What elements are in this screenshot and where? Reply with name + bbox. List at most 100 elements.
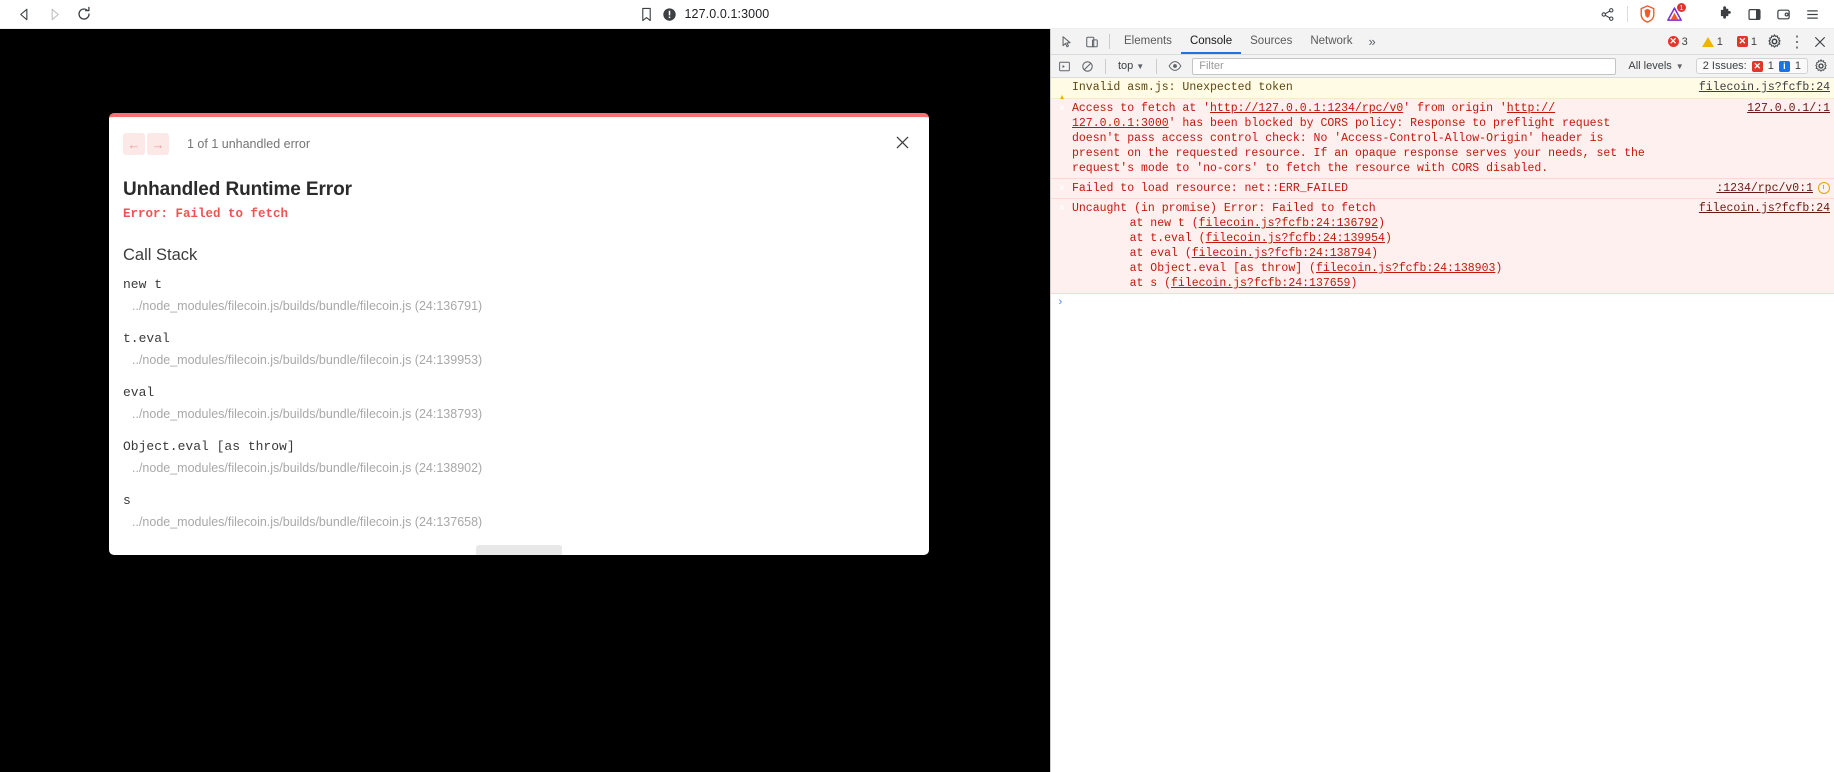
issues-bar-chip[interactable]: 2 Issues: ✕ 1 i 1: [1695, 58, 1808, 74]
tabbar-divider: [1109, 34, 1110, 49]
kebab-menu-icon[interactable]: ⋮: [1786, 31, 1808, 53]
error-counter: 1 of 1 unhandled error: [187, 137, 311, 151]
stack-pre: at Object.eval [as throw] (: [1102, 262, 1316, 275]
issue-counters: ✕ 3 1 ✕ 1: [1665, 35, 1760, 49]
console-message-list[interactable]: Invalid asm.js: Unexpected token filecoi…: [1051, 78, 1834, 772]
not-secure-info-icon[interactable]: [662, 7, 677, 22]
stack-frame-location: ../node_modules/filecoin.js/builds/bundl…: [132, 299, 483, 313]
stack-frame[interactable]: new t ../node_modules/filecoin.js/builds…: [123, 277, 915, 313]
stack-link[interactable]: filecoin.js?fcfb:24:136792: [1199, 217, 1378, 230]
brave-rewards-icon[interactable]: 1: [1661, 2, 1687, 26]
brave-shields-icon[interactable]: [1634, 2, 1660, 26]
share-icon[interactable]: [1593, 2, 1621, 26]
cors-line-2: doesn't pass access control check: No 'A…: [1072, 132, 1604, 145]
console-toolbar-divider: [1105, 58, 1106, 74]
stack-frame[interactable]: t.eval ../node_modules/filecoin.js/build…: [123, 331, 915, 367]
tab-network[interactable]: Network: [1301, 29, 1361, 54]
stack-frame-location: ../node_modules/filecoin.js/builds/bundl…: [132, 353, 483, 367]
console-message-error-uncaught[interactable]: Uncaught (in promise) Error: Failed to f…: [1051, 199, 1834, 294]
stack-link[interactable]: filecoin.js?fcfb:24:139954: [1206, 232, 1385, 245]
warning-count-badge[interactable]: 1: [1699, 35, 1726, 49]
stack-link[interactable]: filecoin.js?fcfb:24:137659: [1171, 277, 1350, 290]
content-split: ← → 1 of 1 unhandled error Unhandled Run…: [0, 29, 1834, 772]
console-message-source[interactable]: :1234/rpc/v0:1: [1708, 181, 1813, 196]
cors-line-4: request's mode to 'no-cors' to fetch the…: [1072, 162, 1549, 175]
prev-error-button[interactable]: ←: [123, 133, 145, 155]
prompt-caret-icon: ›: [1057, 297, 1064, 309]
tab-elements[interactable]: Elements: [1115, 29, 1181, 54]
tab-console[interactable]: Console: [1180, 29, 1242, 54]
sidebar-toggle-icon[interactable]: [1740, 2, 1768, 26]
console-message-error-resource[interactable]: Failed to load resource: net::ERR_FAILED…: [1051, 179, 1834, 199]
overlay-call-stack: new t ../node_modules/filecoin.js/builds…: [123, 277, 915, 529]
stack-link[interactable]: filecoin.js?fcfb:24:138794: [1192, 247, 1371, 260]
forward-icon[interactable]: [40, 2, 68, 26]
console-message-source[interactable]: filecoin.js?fcfb:24: [1691, 201, 1830, 216]
stack-frame-function: t.eval: [123, 331, 170, 346]
address-bar[interactable]: 127.0.0.1:3000: [654, 2, 1014, 26]
stack-link[interactable]: filecoin.js?fcfb:24:138903: [1316, 262, 1495, 275]
console-filter-placeholder: Filter: [1199, 60, 1224, 72]
console-message-source[interactable]: filecoin.js?fcfb:24: [1691, 80, 1830, 95]
console-toolbar-divider-2: [1156, 58, 1158, 74]
issue-info-icon: i: [1778, 60, 1790, 72]
issues-count-badge[interactable]: ✕ 1: [1734, 35, 1760, 49]
issue-indicator-icon[interactable]: [1818, 182, 1830, 194]
console-message-warning[interactable]: Invalid asm.js: Unexpected token filecoi…: [1051, 78, 1834, 105]
stack-frame-location: ../node_modules/filecoin.js/builds/bundl…: [132, 407, 483, 421]
console-message-text: Uncaught (in promise) Error: Failed to f…: [1072, 201, 1691, 291]
console-settings-gear-icon[interactable]: [1810, 56, 1831, 77]
log-level-select[interactable]: All levels ▼: [1623, 59, 1688, 73]
stack-frame-function: eval: [123, 385, 155, 400]
cors-origin-link[interactable]: 127.0.0.1:3000: [1072, 117, 1169, 130]
error-count-badge[interactable]: ✕ 3: [1665, 35, 1691, 49]
chevron-down-icon: ▼: [1675, 61, 1684, 71]
wallet-icon[interactable]: [1769, 2, 1797, 26]
issues-bar-info-count: 1: [1794, 60, 1801, 72]
error-count: 3: [1681, 35, 1688, 48]
close-icon[interactable]: [889, 129, 915, 155]
execution-context-value: top: [1118, 60, 1134, 72]
more-tabs-icon[interactable]: »: [1362, 29, 1383, 54]
next-error-button[interactable]: →: [147, 133, 169, 155]
console-sidebar-icon[interactable]: [1054, 56, 1075, 77]
devtools-close-icon[interactable]: [1809, 31, 1831, 53]
stack-frame[interactable]: s ../node_modules/filecoin.js/builds/bun…: [123, 493, 915, 529]
tab-sources[interactable]: Sources: [1241, 29, 1301, 54]
cors-url-link-1[interactable]: http://127.0.0.1:1234/rpc/v0: [1210, 102, 1403, 115]
overlay-nav-buttons: ← →: [123, 133, 169, 155]
gear-icon[interactable]: [1763, 31, 1785, 53]
stack-frame-location: ../node_modules/filecoin.js/builds/bundl…: [132, 515, 483, 529]
error-icon: [1057, 101, 1072, 102]
cors-url-link-2[interactable]: http://: [1507, 102, 1555, 115]
stack-frame-function: s: [123, 493, 131, 508]
console-message-error-cors[interactable]: Access to fetch at 'http://127.0.0.1:123…: [1051, 99, 1834, 179]
stack-frame[interactable]: Object.eval [as throw] ../node_modules/f…: [123, 439, 915, 475]
browser-menu-icon[interactable]: [1798, 2, 1826, 26]
reload-icon[interactable]: [70, 2, 98, 26]
overlay-bottom-handle[interactable]: [476, 545, 562, 555]
console-prompt[interactable]: ›: [1051, 294, 1834, 312]
cors-text-1: Access to fetch at ': [1072, 102, 1211, 115]
stack-post: ): [1378, 217, 1385, 230]
console-stack-line: at t.eval (filecoin.js?fcfb:24:139954): [1072, 231, 1685, 246]
browser-toolbar: 127.0.0.1:3000 1: [0, 0, 1834, 29]
overlay-error-message: Error: Failed to fetch: [123, 207, 289, 221]
devtools-tabbar: Elements Console Sources Network » ✕ 3 1: [1051, 29, 1834, 55]
back-icon[interactable]: [10, 2, 38, 26]
issues-bar-error-count: 1: [1767, 60, 1774, 72]
devtools-tabs: Elements Console Sources Network »: [1115, 29, 1383, 54]
execution-context-select[interactable]: top ▼: [1113, 59, 1149, 73]
stack-frame[interactable]: eval ../node_modules/filecoin.js/builds/…: [123, 385, 915, 421]
console-filter-input[interactable]: Filter: [1192, 57, 1617, 75]
extensions-icon[interactable]: [1711, 2, 1739, 26]
device-toolbar-icon[interactable]: [1079, 30, 1104, 54]
clear-console-icon[interactable]: [1077, 56, 1098, 77]
console-message-source[interactable]: 127.0.0.1/:1: [1739, 101, 1830, 116]
live-expression-icon[interactable]: [1164, 56, 1185, 77]
inspect-element-icon[interactable]: [1054, 30, 1079, 54]
issues-bar-label: 2 Issues:: [1702, 60, 1747, 72]
console-stack-line: at Object.eval [as throw] (filecoin.js?f…: [1072, 261, 1685, 276]
warning-count: 1: [1716, 35, 1723, 48]
rewards-badge-count: 1: [1677, 3, 1686, 12]
